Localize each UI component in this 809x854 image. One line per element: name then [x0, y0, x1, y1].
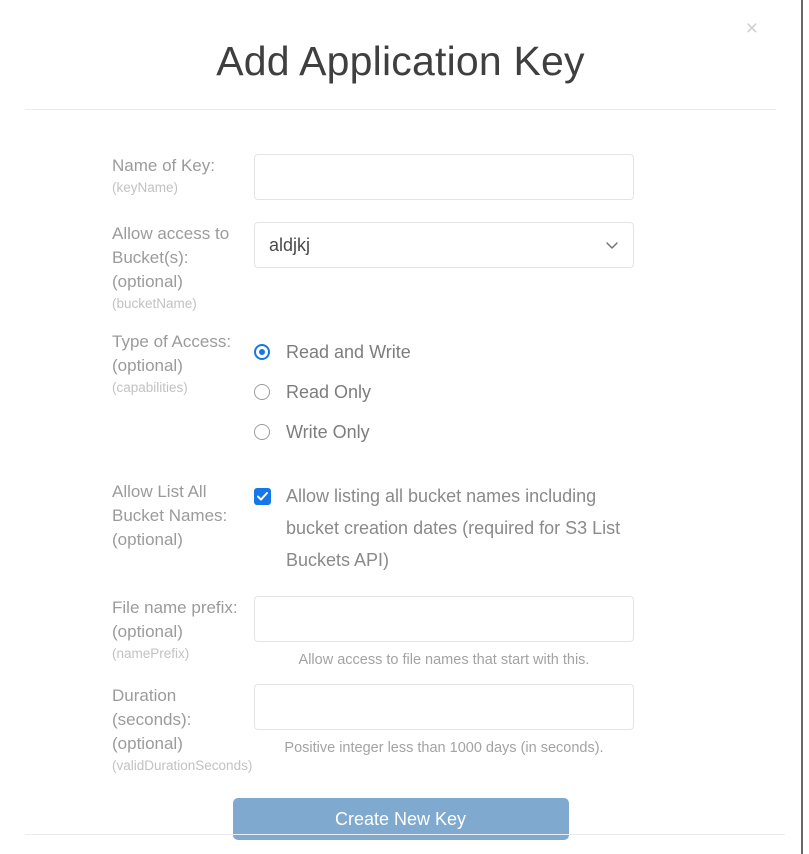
- label-name-prefix-api: (namePrefix): [112, 646, 190, 661]
- application-key-form: Name of Key: (keyName) Allow access to B…: [0, 110, 801, 840]
- radio-icon-unselected: [254, 384, 270, 400]
- form-actions: Create New Key: [0, 776, 801, 840]
- bucket-select-wrapper: aldjkj: [254, 222, 634, 268]
- key-name-input[interactable]: [254, 154, 634, 200]
- label-duration-api: (validDurationSeconds): [112, 758, 253, 773]
- label-access-type-optional: (optional): [112, 356, 183, 375]
- page-title: Add Application Key: [216, 38, 585, 84]
- label-name-prefix: File name prefix: (optional) (namePrefix…: [0, 596, 254, 664]
- field-access-type: Read and Write Read Only Write Only: [254, 330, 801, 452]
- name-prefix-helper-text: Allow access to file names that start wi…: [298, 652, 590, 668]
- list-buckets-checkbox-row[interactable]: Allow listing all bucket names including…: [254, 480, 745, 576]
- label-access-type: Type of Access: (optional) (capabilities…: [0, 330, 254, 398]
- label-access-type-api: (capabilities): [112, 380, 188, 395]
- label-bucket-api: (bucketName): [112, 296, 197, 311]
- field-row-bucket: Allow access to Bucket(s): (optional) (b…: [0, 222, 801, 314]
- name-prefix-input[interactable]: [254, 596, 634, 642]
- label-name-prefix-optional: (optional): [112, 622, 183, 641]
- radio-icon-selected: [254, 344, 270, 360]
- label-bucket-text: Allow access to Bucket(s):: [112, 224, 230, 267]
- field-row-access-type: Type of Access: (optional) (capabilities…: [0, 330, 801, 452]
- label-list-buckets-text: Allow List All Bucket Names:: [112, 482, 228, 525]
- bucket-select[interactable]: aldjkj: [254, 222, 634, 268]
- label-list-buckets-optional: (optional): [112, 530, 183, 549]
- radio-icon-unselected: [254, 424, 270, 440]
- checkbox-icon-checked: [254, 488, 271, 505]
- field-row-key-name: Name of Key: (keyName): [0, 154, 801, 200]
- label-key-name-text: Name of Key:: [112, 156, 215, 175]
- label-duration: Duration (seconds): (optional) (validDur…: [0, 684, 254, 776]
- field-key-name: [254, 154, 801, 200]
- field-row-duration: Duration (seconds): (optional) (validDur…: [0, 684, 801, 776]
- radio-label-read-and-write: Read and Write: [286, 341, 411, 362]
- radio-label-read-only: Read Only: [286, 381, 372, 402]
- field-row-list-buckets: Allow List All Bucket Names: (optional) …: [0, 480, 801, 576]
- label-bucket: Allow access to Bucket(s): (optional) (b…: [0, 222, 254, 314]
- add-application-key-modal: × Add Application Key Name of Key: (keyN…: [0, 0, 801, 854]
- duration-input[interactable]: [254, 684, 634, 730]
- list-buckets-checkbox-label: Allow listing all bucket names including…: [286, 486, 621, 570]
- access-type-radio-group: Read and Write Read Only Write Only: [254, 330, 745, 452]
- radio-option-write-only[interactable]: Write Only: [254, 412, 745, 452]
- label-duration-text: Duration (seconds):: [112, 686, 192, 729]
- label-name-prefix-text: File name prefix:: [112, 598, 238, 617]
- field-name-prefix: Allow access to file names that start wi…: [254, 596, 801, 670]
- radio-option-read-only[interactable]: Read Only: [254, 372, 745, 412]
- label-key-name-api: (keyName): [112, 180, 179, 195]
- radio-label-write-only: Write Only: [286, 421, 370, 442]
- field-list-buckets: Allow listing all bucket names including…: [254, 480, 801, 576]
- field-row-name-prefix: File name prefix: (optional) (namePrefix…: [0, 596, 801, 670]
- label-bucket-optional: (optional): [112, 272, 183, 291]
- label-access-type-text: Type of Access:: [112, 332, 232, 351]
- label-list-buckets: Allow List All Bucket Names: (optional): [0, 480, 254, 552]
- field-bucket: aldjkj: [254, 222, 801, 268]
- radio-option-read-and-write[interactable]: Read and Write: [254, 332, 745, 372]
- field-duration: Positive integer less than 1000 days (in…: [254, 684, 801, 758]
- duration-helper-text: Positive integer less than 1000 days (in…: [284, 740, 604, 756]
- footer-divider: [25, 834, 785, 835]
- label-key-name: Name of Key: (keyName): [0, 154, 254, 198]
- close-icon[interactable]: ×: [746, 18, 758, 39]
- page-right-edge: [801, 0, 803, 854]
- label-duration-optional: (optional): [112, 734, 183, 753]
